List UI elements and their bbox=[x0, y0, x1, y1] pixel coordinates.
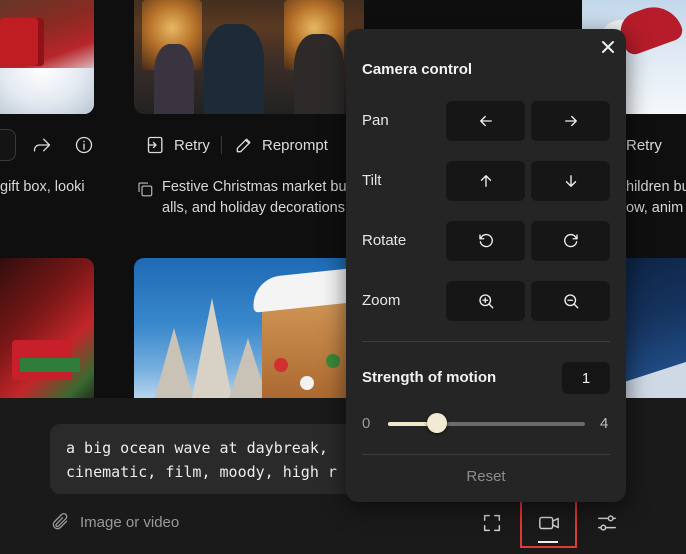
panel-divider bbox=[362, 454, 610, 455]
card-caption-middle-line2: alls, and holiday decorations bbox=[162, 200, 345, 216]
share-icon bbox=[33, 138, 51, 152]
panel-divider bbox=[362, 341, 610, 342]
strength-slider-track[interactable] bbox=[388, 422, 585, 426]
candy-dot bbox=[326, 354, 340, 368]
tilt-up-button[interactable] bbox=[446, 161, 525, 201]
gallery-thumbnail-presents[interactable] bbox=[0, 258, 94, 408]
rotate-label: Rotate bbox=[362, 232, 407, 249]
zoom-out-icon bbox=[563, 294, 578, 309]
reset-button[interactable]: Reset bbox=[346, 468, 626, 485]
gift-box-shape bbox=[0, 18, 44, 66]
card-caption-right-line2: ow, anim bbox=[626, 200, 684, 216]
card-caption-left: gift box, looki bbox=[0, 179, 85, 195]
crowd-figure bbox=[204, 24, 264, 114]
prompt-text[interactable]: a big ocean wave at daybreak, cinematic,… bbox=[66, 436, 356, 484]
annotation-highlight-box bbox=[520, 499, 577, 548]
reprompt-button[interactable]: Reprompt bbox=[234, 129, 328, 161]
paperclip-icon bbox=[52, 512, 68, 530]
snow-shape bbox=[0, 68, 94, 114]
pan-right-button[interactable] bbox=[531, 101, 610, 141]
zoom-in-icon bbox=[478, 294, 493, 309]
retry-label: Retry bbox=[174, 136, 210, 154]
slider-max-label: 4 bbox=[600, 415, 609, 432]
frame-corners-icon bbox=[483, 514, 501, 532]
pan-left-button[interactable] bbox=[446, 101, 525, 141]
arrow-down-icon bbox=[565, 175, 576, 187]
rotate-ccw-icon bbox=[478, 233, 493, 248]
retry-icon bbox=[147, 136, 163, 154]
retry-button[interactable]: Retry bbox=[146, 129, 210, 161]
strength-value-input[interactable]: 1 bbox=[562, 362, 610, 394]
ribbon-shape bbox=[20, 358, 80, 372]
attach-label: Image or video bbox=[80, 513, 180, 531]
arrow-left-icon bbox=[479, 115, 492, 127]
zoom-out-button[interactable] bbox=[531, 281, 610, 321]
arrow-right-icon bbox=[564, 115, 577, 127]
zoom-label: Zoom bbox=[362, 292, 401, 309]
arrow-up-icon bbox=[480, 175, 491, 187]
panel-title: Camera control bbox=[362, 61, 473, 78]
edit-icon bbox=[236, 138, 251, 153]
zoom-in-button[interactable] bbox=[446, 281, 525, 321]
rotate-ccw-button[interactable] bbox=[446, 221, 525, 261]
strength-label: Strength of motion bbox=[362, 369, 497, 386]
info-icon bbox=[75, 136, 93, 154]
slider-min-label: 0 bbox=[362, 415, 371, 432]
retry-label: Retry bbox=[626, 136, 662, 154]
attach-media-button[interactable]: Image or video bbox=[50, 512, 179, 532]
gallery-thumbnail-gift[interactable] bbox=[0, 0, 94, 114]
action-divider bbox=[221, 136, 222, 154]
close-button[interactable] bbox=[598, 37, 618, 57]
close-icon bbox=[602, 41, 614, 53]
rotate-cw-icon bbox=[563, 233, 578, 248]
share-button[interactable] bbox=[32, 129, 52, 161]
card-caption-right-line1: hildren bu bbox=[626, 179, 686, 195]
candy-dot bbox=[300, 376, 314, 390]
left-card-button[interactable] bbox=[0, 129, 16, 161]
copy-prompt-icon[interactable] bbox=[136, 180, 154, 198]
settings-button[interactable] bbox=[596, 512, 618, 534]
tilt-label: Tilt bbox=[362, 172, 382, 189]
crowd-figure bbox=[294, 34, 344, 114]
retry-button-right[interactable]: Retry bbox=[626, 129, 662, 161]
rotate-cw-button[interactable] bbox=[531, 221, 610, 261]
pan-label: Pan bbox=[362, 112, 389, 129]
crowd-figure bbox=[154, 44, 194, 114]
info-button[interactable] bbox=[74, 129, 94, 161]
tilt-down-button[interactable] bbox=[531, 161, 610, 201]
sliders-icon bbox=[598, 515, 616, 531]
camera-control-panel bbox=[346, 29, 626, 502]
card-caption-middle-line1: Festive Christmas market bu bbox=[162, 179, 347, 195]
aspect-ratio-button[interactable] bbox=[481, 512, 503, 534]
candy-dot bbox=[274, 358, 288, 372]
gallery-thumbnail-market[interactable] bbox=[134, 0, 364, 114]
reprompt-label: Reprompt bbox=[262, 136, 328, 154]
gallery-thumbnail-gingerbread[interactable] bbox=[134, 258, 364, 408]
